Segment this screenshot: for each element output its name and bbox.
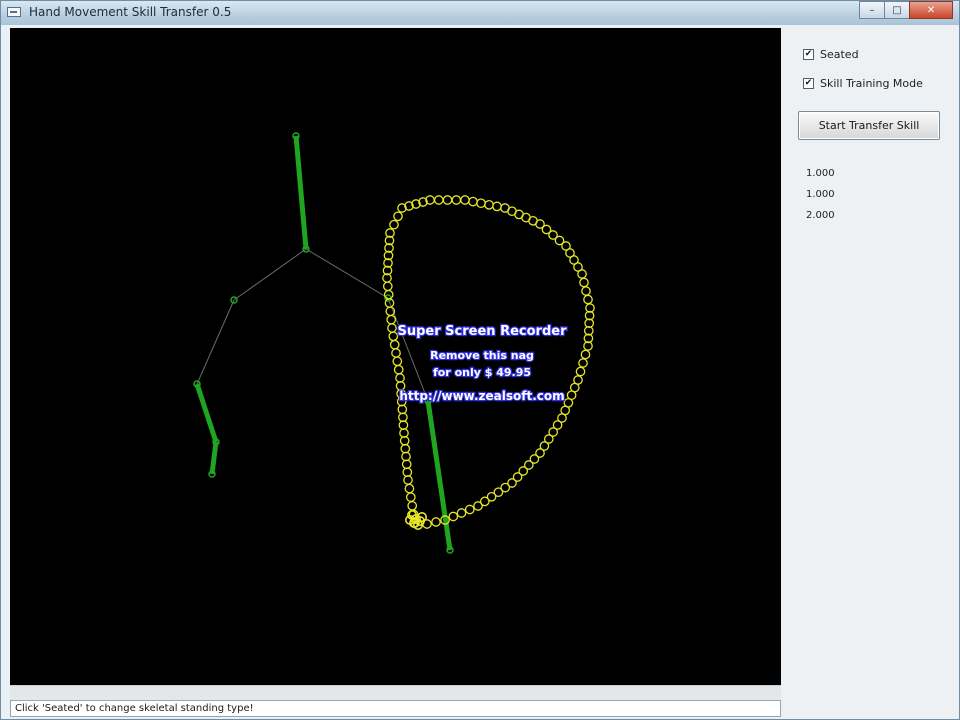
trajectory-point — [577, 269, 587, 279]
readout-value-3: 2.000 — [806, 210, 835, 221]
start-transfer-skill-button[interactable]: Start Transfer Skill — [798, 111, 940, 140]
trajectory-point — [399, 435, 410, 446]
status-bar: Click 'Seated' to change skeletal standi… — [10, 700, 781, 717]
trajectory-point — [389, 219, 399, 230]
trajectory-point — [473, 501, 483, 511]
trajectory-point — [468, 196, 478, 207]
trajectory-point — [389, 339, 400, 350]
readout-value-2: 1.000 — [806, 189, 835, 200]
trajectory-point — [448, 511, 459, 522]
limb-left-forearm-lower — [209, 441, 219, 475]
bone-spine-left-shoulder — [233, 248, 307, 301]
close-button[interactable]: ✕ — [909, 1, 953, 19]
trajectory-point — [401, 451, 411, 462]
trajectory-point — [404, 483, 415, 494]
maximize-button[interactable]: □ — [884, 1, 910, 19]
skeleton-limbs — [194, 135, 453, 551]
title-bar[interactable]: Hand Movement Skill Transfer 0.5 – □ ✕ — [1, 1, 959, 25]
trajectory-point — [580, 349, 591, 360]
training-mode-checkbox-label: Skill Training Mode — [820, 77, 923, 90]
seated-checkbox-label: Seated — [820, 48, 859, 61]
skeleton-bones — [196, 248, 429, 402]
trajectory-point — [400, 443, 411, 454]
readout-value-1: 1.000 — [806, 168, 835, 179]
close-icon: ✕ — [926, 4, 936, 16]
skeleton-scene: Super Screen Recorder Remove this nag fo… — [193, 132, 595, 554]
watermark-line-price: for only $ 49.95 — [433, 366, 531, 379]
trajectory-point — [581, 286, 591, 296]
bone-left-upper-arm — [196, 299, 235, 385]
trajectory-point — [583, 294, 593, 305]
watermark-title: Super Screen Recorder — [398, 324, 568, 339]
window-title: Hand Movement Skill Transfer 0.5 — [29, 5, 232, 19]
trajectory-point — [460, 195, 470, 205]
limb-torso — [293, 135, 309, 250]
window-controls: – □ ✕ — [859, 1, 953, 21]
trajectory-point — [393, 364, 404, 375]
hand-trajectory — [382, 195, 595, 530]
trajectory-point — [456, 508, 467, 518]
trajectory-point — [407, 500, 418, 511]
minimize-icon: – — [869, 4, 875, 16]
canvas-scroll-strip — [10, 685, 781, 700]
trajectory-point — [492, 201, 502, 212]
trajectory-point — [395, 373, 405, 383]
trajectory-point — [399, 428, 409, 438]
trajectory-point — [484, 199, 494, 210]
trajectory-point — [431, 517, 441, 527]
trajectory-point — [397, 404, 408, 415]
trajectory-point — [386, 314, 397, 325]
trajectory-point — [402, 467, 413, 478]
trajectory-point — [578, 358, 588, 368]
training-mode-checkbox-row[interactable]: ✔ Skill Training Mode — [803, 77, 923, 90]
skeleton-canvas[interactable]: Super Screen Recorder Remove this nag fo… — [10, 28, 781, 685]
trajectory-point — [579, 277, 589, 288]
skeleton-joints — [193, 132, 454, 554]
maximize-icon: □ — [892, 4, 902, 16]
trajectory-point — [442, 195, 453, 205]
limb-left-forearm-upper — [194, 383, 219, 443]
seated-checkbox[interactable]: ✔ — [803, 49, 814, 60]
trajectory-point — [387, 323, 397, 333]
minimize-button[interactable]: – — [859, 1, 885, 19]
trajectory-point — [392, 356, 403, 367]
bone-spine-right-shoulder — [305, 248, 389, 299]
trajectory-point — [391, 348, 401, 358]
trajectory-point — [398, 412, 408, 423]
trajectory-point — [451, 195, 462, 205]
trajectory-point — [388, 331, 399, 342]
trajectory-point — [476, 198, 486, 209]
seated-checkbox-row[interactable]: ✔ Seated — [803, 48, 859, 61]
training-mode-checkbox[interactable]: ✔ — [803, 78, 814, 89]
trajectory-point — [398, 420, 409, 430]
control-panel: ✔ Seated ✔ Skill Training Mode Start Tra… — [782, 28, 959, 718]
recorder-watermark: Super Screen Recorder Remove this nag fo… — [396, 323, 568, 404]
trajectory-point — [405, 492, 416, 503]
trajectory-point — [403, 475, 413, 485]
watermark-link: http://www.zealsoft.com — [399, 389, 564, 403]
trajectory-point — [393, 211, 403, 222]
app-window-icon — [7, 7, 21, 17]
watermark-line-nag: Remove this nag — [430, 349, 534, 362]
trajectory-point — [575, 366, 586, 377]
trajectory-point — [433, 195, 444, 205]
trajectory-point — [382, 281, 393, 292]
trajectory-point — [464, 504, 475, 515]
trajectory-point — [401, 459, 412, 470]
app-window: Hand Movement Skill Transfer 0.5 – □ ✕ S… — [0, 0, 960, 720]
limb-right-forearm — [425, 400, 453, 551]
